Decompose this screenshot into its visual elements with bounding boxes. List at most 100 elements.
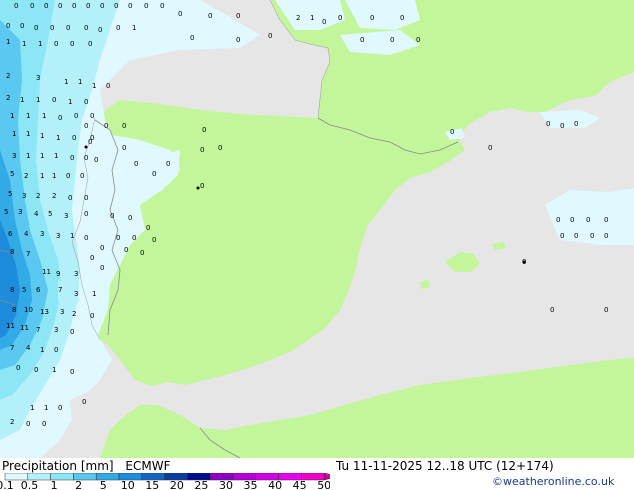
precip-value: 11	[20, 324, 29, 332]
precip-value: 1	[36, 96, 40, 104]
precip-value: 11	[6, 322, 15, 330]
precip-value: 0	[236, 12, 240, 20]
precip-value: 1	[44, 404, 48, 412]
precip-value: 0	[54, 40, 58, 48]
precip-value: 0	[218, 144, 222, 152]
precip-value: 0	[370, 14, 374, 22]
precip-value: 5	[22, 286, 26, 294]
precip-value: 0	[338, 14, 342, 22]
precip-legend: 0.10.5125101520253035404550	[0, 473, 330, 490]
precip-value: 0	[416, 36, 420, 44]
precip-value: 0	[44, 2, 48, 10]
legend-label: 35	[244, 479, 258, 490]
precip-value: 0	[84, 24, 88, 32]
precip-value: 2	[72, 310, 76, 318]
precip-value: 0	[88, 40, 92, 48]
precip-value: 0	[34, 366, 38, 374]
precip-value: 0	[58, 114, 62, 122]
precip-value: 0	[84, 122, 88, 130]
precip-value: 0	[116, 24, 120, 32]
precip-value: 5	[4, 208, 8, 216]
precip-value: 1	[42, 112, 46, 120]
precip-value: 7	[36, 326, 40, 334]
precip-value: 1	[30, 404, 34, 412]
precip-value: 0	[132, 234, 136, 242]
precip-value: 0	[58, 404, 62, 412]
precip-value: 2	[36, 192, 40, 200]
precip-value: 2	[24, 172, 28, 180]
precip-value: 0	[586, 216, 590, 224]
precip-value: 0	[200, 182, 204, 190]
precip-value: 0	[128, 2, 132, 10]
precip-value: 0	[574, 120, 578, 128]
precip-value: 0	[128, 214, 132, 222]
precip-value: 3	[22, 192, 26, 200]
legend-label: 20	[170, 479, 184, 490]
precip-value: 0	[450, 128, 454, 136]
precip-value: 1	[70, 232, 74, 240]
precip-value: 1	[92, 290, 96, 298]
precip-value: 0	[570, 216, 574, 224]
precip-value: 0	[166, 160, 170, 168]
precip-value: 0	[84, 194, 88, 202]
precip-value: 0	[54, 346, 58, 354]
precip-value: 6	[36, 286, 41, 294]
precip-value: 0	[200, 146, 204, 154]
precip-value: 1	[26, 152, 30, 160]
precip-value: 1	[64, 78, 68, 86]
precip-value: 3	[36, 74, 40, 82]
precip-value: 0	[268, 32, 272, 40]
precip-value: 0	[90, 254, 94, 262]
precip-value: 0	[124, 246, 128, 254]
precip-value: 1	[26, 130, 30, 138]
precip-value: 0	[70, 328, 74, 336]
precip-value: 1	[26, 112, 30, 120]
precip-value: 1	[52, 172, 56, 180]
precip-value: 0	[550, 306, 554, 314]
legend-label: 0.5	[21, 479, 39, 490]
precip-value: 0	[190, 34, 194, 42]
legend-label: 40	[268, 479, 282, 490]
precip-value: 1	[20, 96, 24, 104]
precip-value: 3	[18, 208, 22, 216]
precip-value: 5	[10, 170, 14, 178]
precip-value: 0	[560, 232, 564, 240]
precip-value: 0	[86, 2, 90, 10]
legend-label: 10	[121, 479, 135, 490]
precip-value: 0	[110, 212, 114, 220]
precip-value: 0	[72, 134, 76, 142]
precip-value: 0	[144, 2, 148, 10]
precip-value: 0	[70, 154, 74, 162]
precip-value: 11	[42, 268, 51, 276]
precip-value: 0	[202, 126, 206, 134]
credit-text: ©weatheronline.co.uk	[492, 475, 615, 488]
precip-value: 3	[56, 232, 60, 240]
precip-value: 2	[6, 94, 10, 102]
legend-label: 1	[51, 479, 58, 490]
precip-value: 0	[236, 36, 240, 44]
precip-value: 0	[152, 170, 156, 178]
precip-value: 1	[54, 152, 58, 160]
precip-value: 0	[100, 2, 104, 10]
precip-value: 0	[160, 2, 164, 10]
precip-value: 0	[134, 160, 138, 168]
legend-label: 15	[145, 479, 159, 490]
precip-value: 1	[10, 112, 14, 120]
precip-value: 7	[26, 250, 30, 258]
precip-value: 4	[26, 344, 31, 352]
precip-value: 0	[72, 2, 76, 10]
precip-value: 3	[64, 212, 68, 220]
legend-label: 45	[293, 479, 307, 490]
precip-value: 3	[74, 290, 78, 298]
precip-value: 0	[100, 244, 104, 252]
precip-value: 0	[30, 2, 34, 10]
precip-value: 0	[98, 26, 102, 34]
precip-value: 0	[20, 22, 24, 30]
precip-value: 1	[68, 98, 72, 106]
precip-value: 1	[40, 346, 44, 354]
precip-value: 1	[40, 152, 44, 160]
precip-value: 0	[84, 210, 88, 218]
precip-value: 0	[146, 224, 150, 232]
precip-value: 2	[6, 72, 10, 80]
precip-value: 0	[90, 312, 94, 320]
